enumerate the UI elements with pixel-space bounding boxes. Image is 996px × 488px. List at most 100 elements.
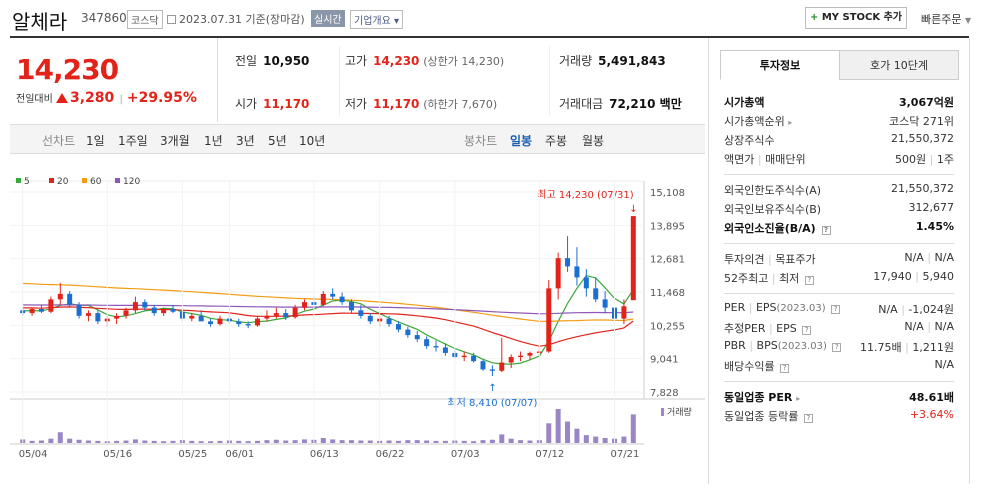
volume-bar xyxy=(574,428,580,443)
info-key-text: 52주최고 xyxy=(724,272,769,285)
period-3m[interactable]: 3개월 xyxy=(160,132,190,149)
period-1y[interactable]: 1년 xyxy=(204,132,223,149)
volume-bar xyxy=(499,434,505,443)
volume-bar xyxy=(583,435,589,443)
x-tick-label: 07/12 xyxy=(535,449,564,460)
y-tick-label: 13,895 xyxy=(650,221,685,232)
mystock-add-button[interactable]: + MY STOCK 추가 xyxy=(805,7,907,29)
volume-bar xyxy=(518,440,524,443)
help-icon[interactable]: ? xyxy=(831,305,841,314)
y-tick-label: 10,255 xyxy=(650,321,685,332)
info-value-text: 5,940 xyxy=(922,270,955,283)
candle-chart-button[interactable]: 봉차트 xyxy=(464,132,497,149)
volume-bar xyxy=(405,440,411,443)
help-icon[interactable]: ? xyxy=(832,343,842,352)
candle-body xyxy=(442,347,448,353)
info-key-text: PER xyxy=(724,301,746,314)
info-row: 상장주식수 21,550,372 xyxy=(724,130,954,149)
candle-monthly[interactable]: 월봉 xyxy=(582,132,604,149)
volume-legend-label: 거래량 xyxy=(667,406,692,418)
realtime-button[interactable]: 실시간 xyxy=(311,10,345,27)
info-key-text: 시가총액순위 xyxy=(724,115,785,128)
info-row: 액면가 | 매매단위 500원 | 1주 xyxy=(724,149,954,168)
volume-bar xyxy=(132,439,138,443)
candle-body xyxy=(583,277,589,289)
candle-body xyxy=(395,324,401,330)
candle-body xyxy=(198,315,204,322)
info-key: 투자의견 | 목표주가 xyxy=(724,253,816,266)
x-tick-label: 07/21 xyxy=(611,449,640,460)
info-value: N/A | -1,024원 xyxy=(878,303,954,316)
candle-body xyxy=(574,266,580,278)
tab-hoga[interactable]: 호가 10단계 xyxy=(839,50,959,80)
info-row: 배당수익률 ? N/A xyxy=(724,356,954,375)
volume-bar xyxy=(95,440,101,443)
period-3y[interactable]: 3년 xyxy=(236,132,255,149)
candle-body xyxy=(461,355,467,358)
candle-daily[interactable]: 일봉 xyxy=(510,132,532,149)
help-icon[interactable]: ? xyxy=(821,226,831,235)
candle-body xyxy=(630,216,636,301)
company-overview-dropdown[interactable]: 기업개요 ▾ xyxy=(350,10,404,29)
candle-body xyxy=(151,307,157,314)
info-key[interactable]: 동일업종 PER ▸ xyxy=(724,389,800,405)
high-annotation: 최고 14,230 (07/31) xyxy=(537,189,633,201)
date-value: 2023.07.31 기준(장마감) xyxy=(179,13,305,26)
volume-bar xyxy=(302,439,308,443)
help-icon[interactable]: ? xyxy=(804,276,814,285)
period-1d[interactable]: 1일 xyxy=(86,132,105,149)
legend-label: 20 xyxy=(57,177,69,187)
info-key[interactable]: 시가총액순위 ▸ xyxy=(724,113,792,129)
help-icon[interactable]: ? xyxy=(780,364,790,373)
help-icon[interactable]: ? xyxy=(802,326,812,335)
period-10y[interactable]: 10년 xyxy=(299,132,325,149)
invest-info-panel: 투자정보 호가 10단계 시가총액 3,067억원 시가총액순위 ▸ 코스닥 271… xyxy=(708,38,969,484)
candle-body xyxy=(339,296,345,303)
stock-name: 알체라 xyxy=(12,10,68,34)
candle-body xyxy=(358,310,364,316)
x-tick-label: 06/22 xyxy=(376,449,405,460)
price-stats: 전일 10,950 고가 14,230 (상한가 14,230) 거래량 5,491,… xyxy=(219,38,705,122)
candle-weekly[interactable]: 주봉 xyxy=(545,132,567,149)
legend-swatch xyxy=(49,178,54,183)
info-value-text: 1주 xyxy=(936,153,954,166)
company-overview-label: 기업개요 xyxy=(354,16,391,27)
candle-body xyxy=(85,313,91,316)
candle-body xyxy=(114,315,120,319)
candle-body xyxy=(593,288,599,300)
candle-body xyxy=(76,304,82,316)
stat-label: 저가 xyxy=(345,97,368,111)
stat-open: 시가 11,170 xyxy=(235,95,309,112)
info-key-text: 목표주가 xyxy=(775,253,816,266)
volume-bar xyxy=(57,432,63,443)
quick-order-dropdown[interactable]: 빠른주문 ▼ xyxy=(921,11,971,27)
volume-bar xyxy=(527,440,533,443)
info-row: PBR | BPS(2023.03) ? 11.75배 | 1,211원 xyxy=(724,337,954,356)
volume-bar xyxy=(555,409,561,443)
info-value: 3,067억원 xyxy=(898,96,954,109)
tab-invest-info[interactable]: 투자정보 xyxy=(720,50,840,80)
candle-body xyxy=(255,318,261,326)
info-value: 21,550,372 xyxy=(891,132,954,145)
info-year: (2023.03) xyxy=(777,341,827,352)
info-value: N/A | N/A xyxy=(904,251,954,264)
line-chart-button[interactable]: 선차트 xyxy=(42,132,75,149)
period-1w[interactable]: 1주일 xyxy=(118,132,148,149)
info-value-text: N/A xyxy=(878,303,898,316)
chart-background xyxy=(10,154,705,484)
candle-body xyxy=(38,308,44,312)
volume-bar xyxy=(358,440,364,443)
candle-body xyxy=(302,302,308,308)
help-icon[interactable]: ? xyxy=(803,414,813,423)
info-value: 코스닥 271위 xyxy=(889,115,954,128)
period-5y[interactable]: 5년 xyxy=(268,132,287,149)
volume-bar xyxy=(621,436,627,443)
candle-body xyxy=(170,308,176,312)
price-chart[interactable]: 5 20 60 120 15,108 13,895 12,681 11,468 10,255 9,… xyxy=(10,154,705,484)
candle-body xyxy=(602,299,608,308)
x-tick-label: 06/13 xyxy=(310,449,339,460)
candle-body xyxy=(433,346,439,348)
info-key-text: PBR xyxy=(724,339,746,352)
calendar-icon xyxy=(167,15,176,24)
volume-bar xyxy=(461,440,467,443)
